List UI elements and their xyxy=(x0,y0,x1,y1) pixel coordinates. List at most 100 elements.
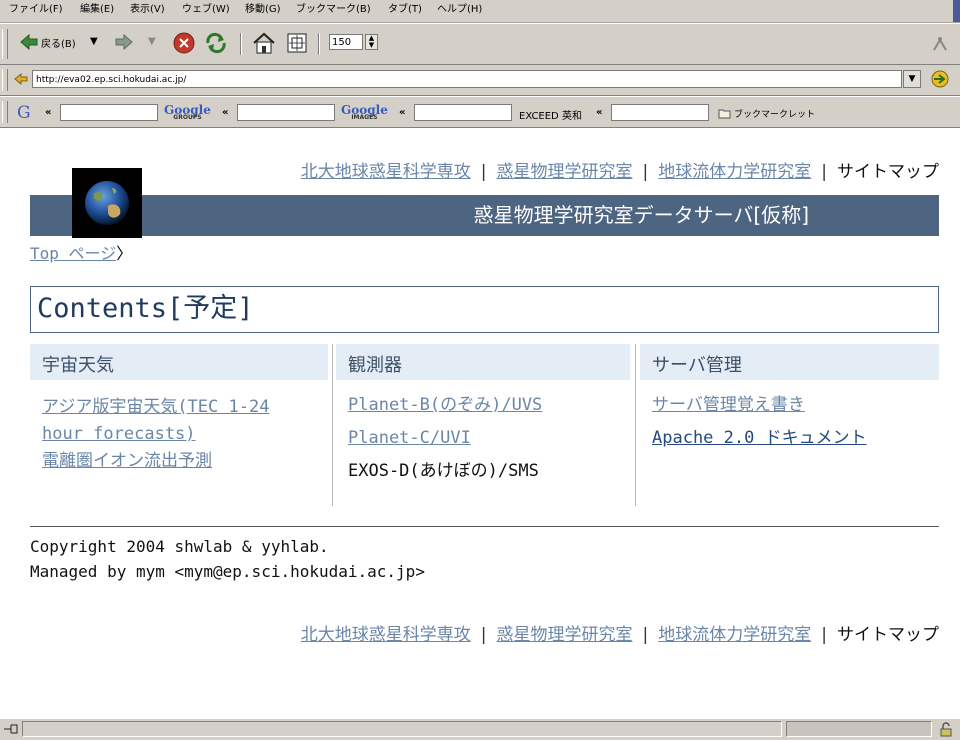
stop-icon xyxy=(173,32,195,54)
link-ionosphere-outflow[interactable]: 電離圏イオン流出予測 xyxy=(42,448,320,475)
fit-page-button[interactable] xyxy=(286,32,308,54)
chevron-icon[interactable]: « xyxy=(45,107,51,118)
location-toolbar: http://eva02.ep.sci.hokudai.ac.jp/ ▼ xyxy=(0,65,960,96)
throbber-edge-icon xyxy=(953,0,960,22)
toolbar-grip[interactable] xyxy=(2,69,8,91)
back-label: 戻る(B) xyxy=(41,38,76,50)
forward-dropdown-icon[interactable]: ▼ xyxy=(148,36,156,47)
folder-icon xyxy=(718,109,731,119)
go-button[interactable] xyxy=(928,70,952,92)
toolbar-grip[interactable] xyxy=(2,29,8,59)
back-arrow-icon xyxy=(20,34,38,50)
column-links: Planet-B(のぞみ)/UVS Planet-C/UVI EXOS-D(あけ… xyxy=(348,389,622,488)
page-title: 惑星物理学研究室データサーバ[仮称] xyxy=(473,203,809,227)
link-planet-b-uvs[interactable]: Planet-B(のぞみ)/UVS xyxy=(348,389,622,422)
stop-button[interactable] xyxy=(173,32,195,54)
fullscreen-icon xyxy=(287,33,307,53)
footer: Copyright 2004 shwlab & yyhlab. Managed … xyxy=(30,534,425,584)
zoom-input[interactable]: 150 xyxy=(329,34,363,50)
menu-view[interactable]: 表示(V) xyxy=(130,4,165,16)
nav-current-sitemap: サイトマップ xyxy=(837,162,939,182)
site-nav-top: 北大地球惑星科学専攻 | 惑星物理学研究室 | 地球流体力学研究室 | サイトマップ xyxy=(301,162,939,182)
nav-link-planetary-physics[interactable]: 惑星物理学研究室 xyxy=(497,625,633,645)
column-header-label: サーバ管理 xyxy=(652,355,742,376)
bookmarklet-label: ブックマークレット xyxy=(734,110,816,120)
search-toolbar: G « Google GROUPS « Google IMAGES « EXCEED… xyxy=(0,97,960,128)
nav-separator: | xyxy=(821,625,827,645)
earth-globe-logo xyxy=(72,168,142,238)
column-links: サーバ管理覚え書き Apache 2.0 ドキュメント xyxy=(652,389,931,455)
exceed-label: EXCEED 英和 xyxy=(519,111,582,122)
menu-web[interactable]: ウェブ(W) xyxy=(182,4,230,16)
column-header: 宇宙天気 xyxy=(30,344,328,380)
title-banner: 惑星物理学研究室データサーバ[仮称] xyxy=(30,195,939,236)
bookmarklet-folder[interactable]: ブックマークレット xyxy=(718,107,815,120)
home-button[interactable] xyxy=(252,31,276,55)
google-groups-search-input[interactable] xyxy=(237,104,335,121)
google-images-search-input[interactable] xyxy=(414,104,512,121)
copyright-text: Copyright 2004 shwlab & yyhlab. xyxy=(30,537,329,556)
column-instruments: 観測器 Planet-B(のぞみ)/UVS Planet-C/UVI EXOS-… xyxy=(336,344,630,506)
link-apache-docs[interactable]: Apache 2.0 ドキュメント xyxy=(652,422,931,455)
nav-separator: | xyxy=(642,162,649,182)
exceed-search-input[interactable] xyxy=(611,104,709,121)
reload-icon xyxy=(206,32,226,54)
exos-d-sms-text: EXOS-D(あけぼの)/SMS xyxy=(348,461,539,481)
url-dropdown-icon[interactable]: ▼ xyxy=(903,70,921,88)
back-dropdown-icon[interactable]: ▼ xyxy=(90,36,98,47)
footer-divider xyxy=(30,526,939,527)
menu-go[interactable]: 移動(G) xyxy=(245,4,281,16)
menu-file[interactable]: ファイル(F) xyxy=(9,4,63,16)
chevron-icon[interactable]: « xyxy=(596,107,602,118)
home-icon xyxy=(253,32,275,54)
nav-link-geophysical-fluid[interactable]: 地球流体力学研究室 xyxy=(658,625,811,645)
nav-link-planetary-physics[interactable]: 惑星物理学研究室 xyxy=(497,162,633,182)
nav-link-geophysical-fluid[interactable]: 地球流体力学研究室 xyxy=(658,162,811,182)
breadcrumb-arrow: 〉 xyxy=(116,244,133,263)
go-arrow-icon xyxy=(931,70,949,88)
menu-bookmarks[interactable]: ブックマーク(B) xyxy=(296,4,371,16)
toolbar-separator xyxy=(318,33,320,55)
nav-link-hokudai-earth[interactable]: 北大地球惑星科学専攻 xyxy=(301,625,471,645)
nav-link-hokudai-earth[interactable]: 北大地球惑星科学専攻 xyxy=(301,162,471,182)
menu-bar: ファイル(F) 編集(E) 表示(V) ウェブ(W) 移動(G) ブックマーク(… xyxy=(0,0,960,23)
google-web-search-input[interactable] xyxy=(60,104,158,121)
column-header-label: 宇宙天気 xyxy=(42,355,114,376)
reload-button[interactable] xyxy=(204,32,228,54)
chevron-icon[interactable]: « xyxy=(399,107,405,118)
location-icon xyxy=(14,73,28,85)
link-server-notes[interactable]: サーバ管理覚え書き xyxy=(652,389,931,422)
google-images-logo[interactable]: Google IMAGES xyxy=(341,103,388,121)
forward-arrow-icon xyxy=(115,34,133,50)
google-g-icon: G xyxy=(17,103,31,123)
link-asia-space-weather[interactable]: アジア版宇宙天気(TEC 1-24 hour forecasts) xyxy=(42,394,320,448)
site-nav-bottom: 北大地球惑星科学専攻 | 惑星物理学研究室 | 地球流体力学研究室 | サイトマップ xyxy=(301,625,939,645)
column-header: サーバ管理 xyxy=(640,344,939,380)
column-links: アジア版宇宙天気(TEC 1-24 hour forecasts) 電離圏イオン… xyxy=(42,394,320,475)
menu-tabs[interactable]: タブ(T) xyxy=(388,4,422,16)
status-bar xyxy=(0,718,960,740)
toolbar-separator xyxy=(240,33,242,55)
nav-separator: | xyxy=(821,162,827,182)
toolbar-grip[interactable] xyxy=(2,101,8,123)
column-divider xyxy=(332,344,333,506)
breadcrumb: Top ページ〉 xyxy=(30,240,132,264)
chevron-icon[interactable]: « xyxy=(222,107,228,118)
contents-heading-box: Contents[予定] xyxy=(30,286,939,333)
menu-help[interactable]: ヘルプ(H) xyxy=(437,4,482,16)
menu-edit[interactable]: 編集(E) xyxy=(80,4,114,16)
nav-separator: | xyxy=(480,625,487,645)
security-lock-icon xyxy=(940,722,952,737)
column-header-label: 観測器 xyxy=(348,355,402,376)
link-planet-c-uvi[interactable]: Planet-C/UVI xyxy=(348,422,622,455)
throbber-icon xyxy=(930,34,950,58)
url-input[interactable]: http://eva02.ep.sci.hokudai.ac.jp/ xyxy=(32,70,902,88)
contents-heading: Contents[予定] xyxy=(37,293,254,324)
breadcrumb-top-link[interactable]: Top ページ xyxy=(30,244,116,263)
google-groups-logo[interactable]: Google GROUPS xyxy=(164,103,211,121)
back-button[interactable]: 戻る(B) xyxy=(20,34,76,50)
managed-by-text: Managed by mym <mym@ep.sci.hokudai.ac.jp… xyxy=(30,562,425,581)
forward-button[interactable] xyxy=(115,34,133,50)
zoom-spinner[interactable]: ▲ ▼ xyxy=(365,34,378,50)
progress-field xyxy=(786,721,932,737)
